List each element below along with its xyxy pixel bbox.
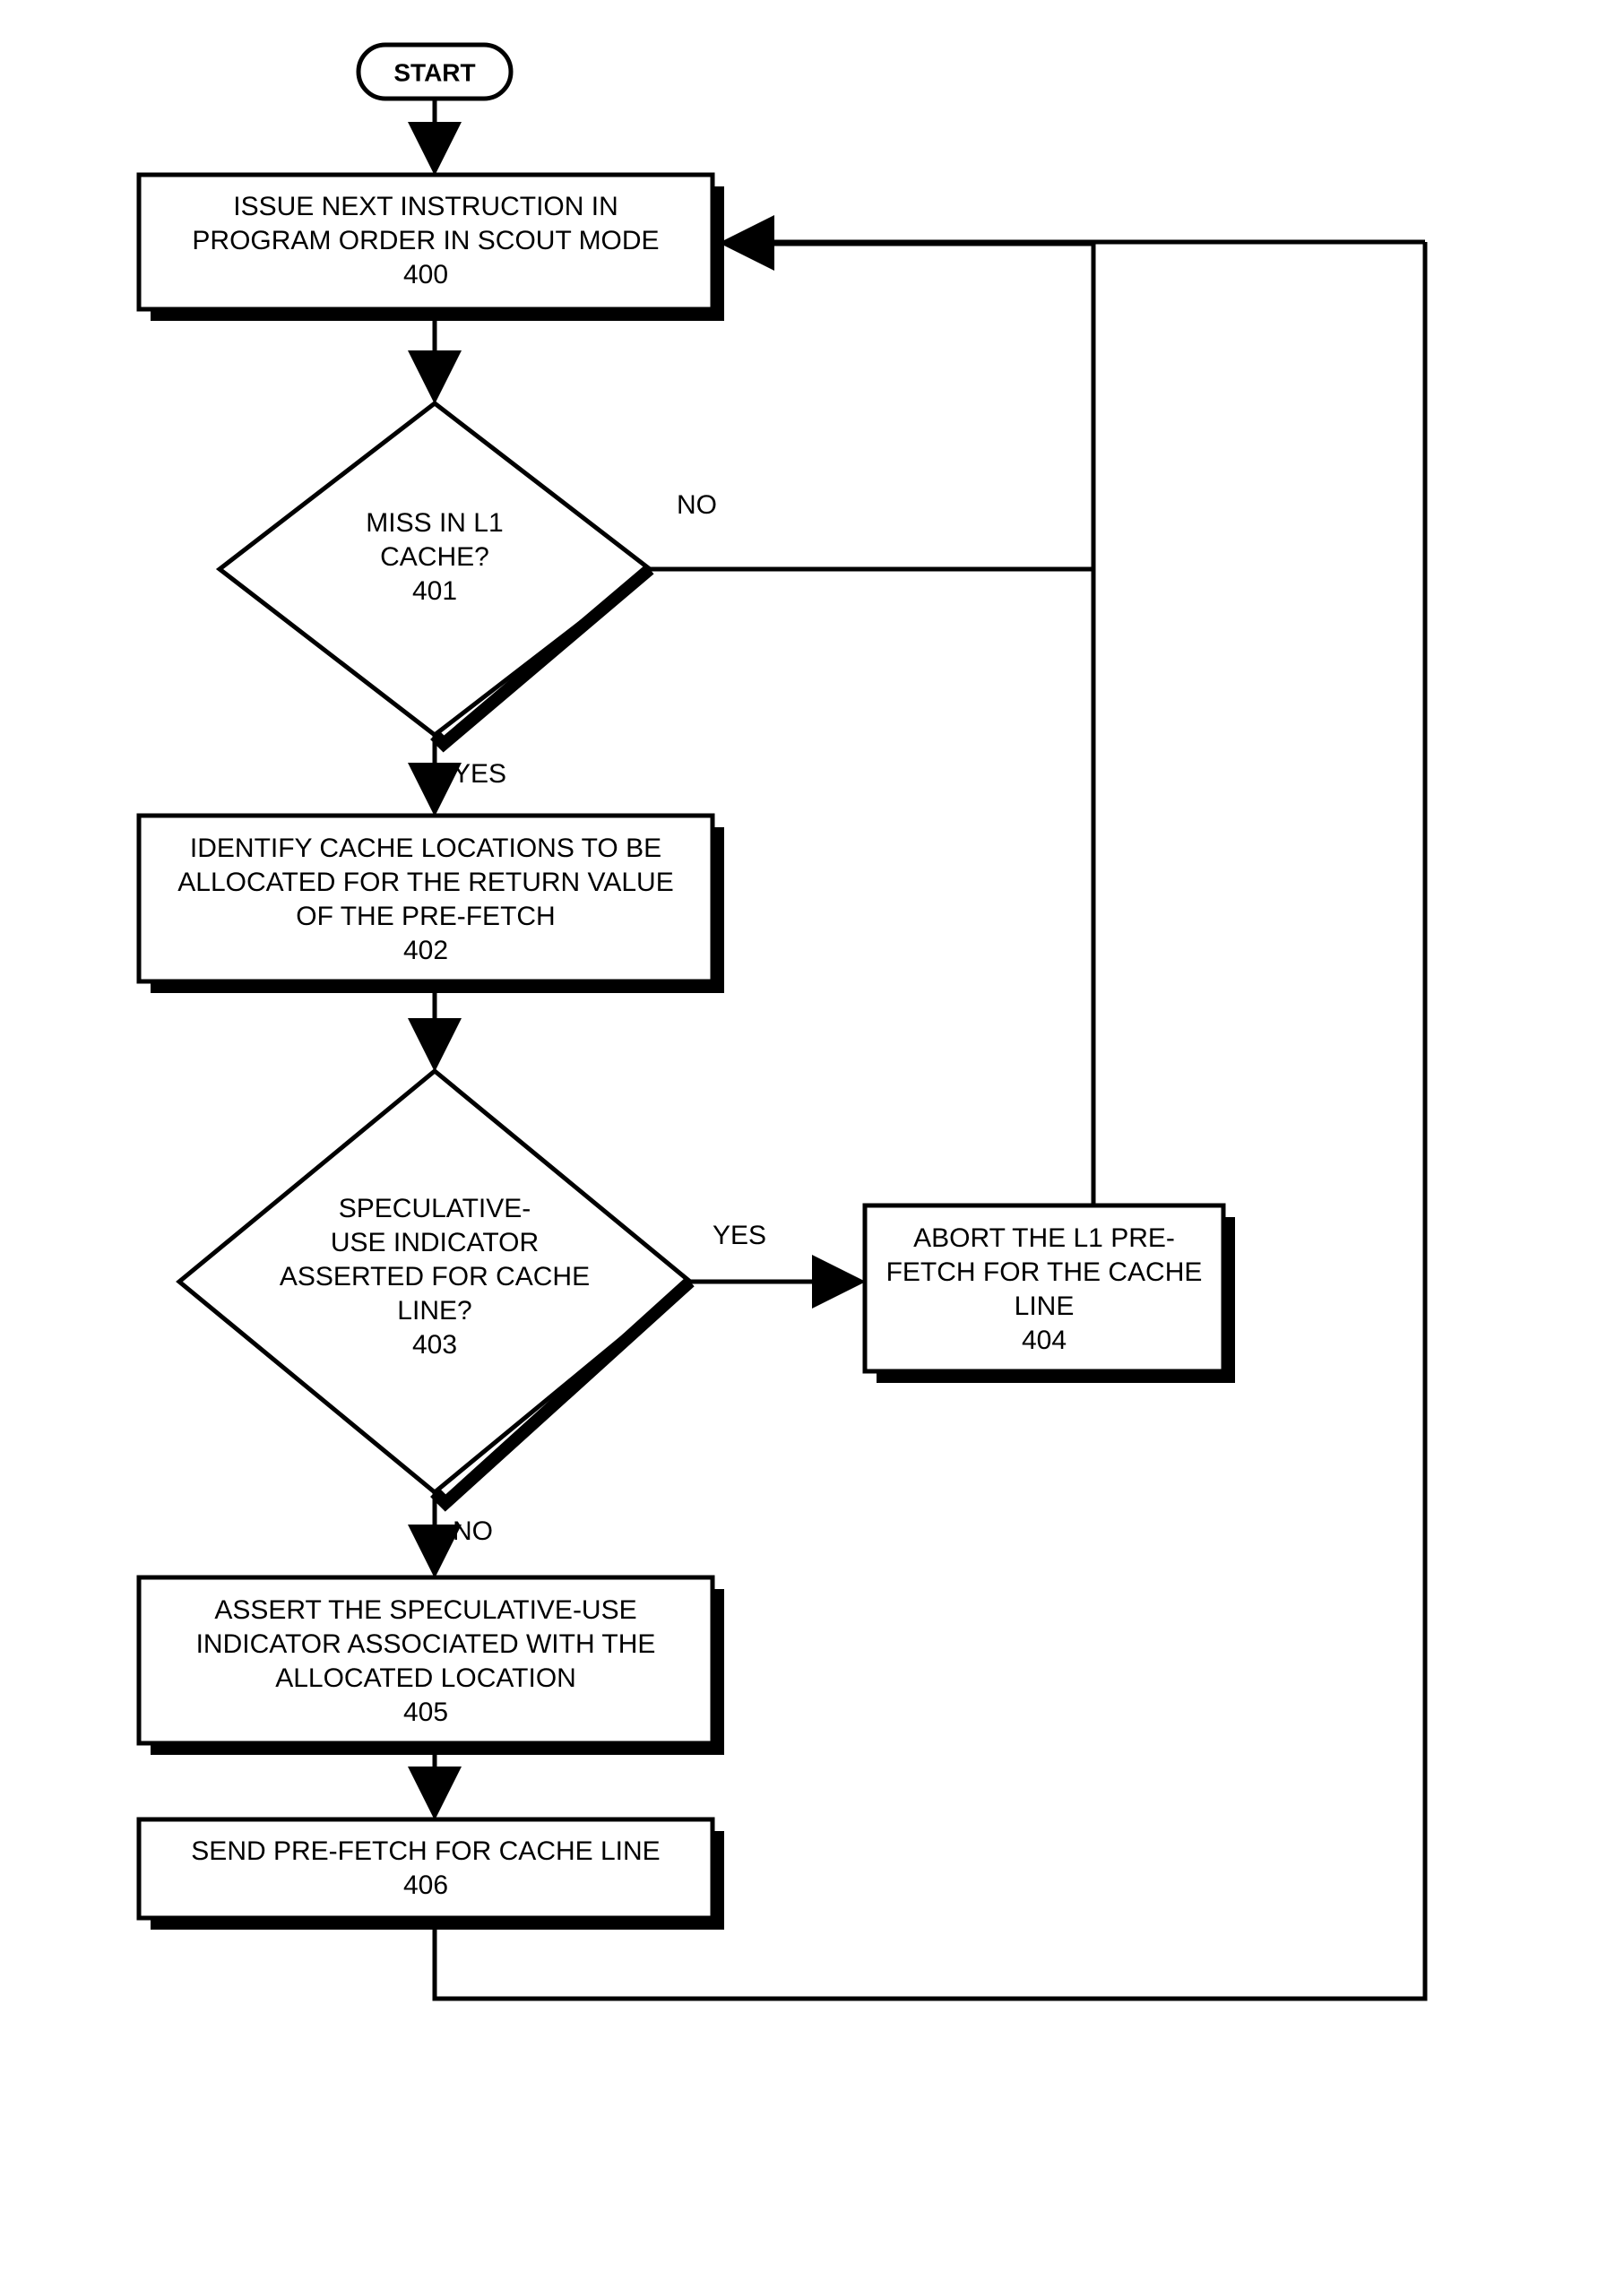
node-404: ABORT THE L1 PRE- FETCH FOR THE CACHE LI… [865,1205,1235,1383]
node-402-line3: OF THE PRE-FETCH [296,902,555,931]
node-405: ASSERT THE SPECULATIVE-USE INDICATOR ASS… [139,1577,724,1755]
node-404-ref: 404 [1022,1326,1067,1355]
node-406-ref: 406 [403,1870,448,1900]
node-401: MISS IN L1 CACHE? 401 [220,403,650,744]
node-405-line3: ALLOCATED LOCATION [275,1663,576,1693]
node-401-ref: 401 [412,576,457,606]
node-403: SPECULATIVE- USE INDICATOR ASSERTED FOR … [179,1071,690,1503]
edge-403-no-label: NO [453,1516,493,1546]
node-405-ref: 405 [403,1698,448,1727]
flowchart: START ISSUE NEXT INSTRUCTION IN PROGRAM … [0,0,1624,2272]
node-404-line2: FETCH FOR THE CACHE [886,1257,1203,1287]
node-401-line1: MISS IN L1 [366,508,503,538]
node-404-line3: LINE [1015,1291,1075,1321]
node-405-line1: ASSERT THE SPECULATIVE-USE [214,1595,636,1625]
node-400-line1: ISSUE NEXT INSTRUCTION IN [233,192,618,221]
node-400-ref: 400 [403,260,448,289]
node-405-line2: INDICATOR ASSOCIATED WITH THE [196,1629,656,1659]
node-403-ref: 403 [412,1330,457,1360]
node-400: ISSUE NEXT INSTRUCTION IN PROGRAM ORDER … [139,175,724,321]
node-403-line3: ASSERTED FOR CACHE [280,1262,590,1291]
start-label: START [393,58,475,86]
node-400-line2: PROGRAM ORDER IN SCOUT MODE [192,226,659,255]
edge-401-yes-label: YES [453,759,506,789]
node-406: SEND PRE-FETCH FOR CACHE LINE 406 [139,1819,724,1930]
node-402-ref: 402 [403,936,448,965]
edge-403-yes-label: YES [713,1221,766,1250]
node-402: IDENTIFY CACHE LOCATIONS TO BE ALLOCATED… [139,816,724,993]
node-404-line1: ABORT THE L1 PRE- [913,1223,1175,1253]
node-401-line2: CACHE? [380,542,489,572]
node-402-line2: ALLOCATED FOR THE RETURN VALUE [177,868,673,897]
edge-401-no-label: NO [677,490,717,520]
start-node: START [358,45,511,99]
node-403-line2: USE INDICATOR [331,1228,539,1257]
node-406-line1: SEND PRE-FETCH FOR CACHE LINE [191,1836,660,1866]
node-403-line1: SPECULATIVE- [339,1194,531,1223]
node-402-line1: IDENTIFY CACHE LOCATIONS TO BE [190,834,661,863]
node-403-line4: LINE? [397,1296,471,1326]
